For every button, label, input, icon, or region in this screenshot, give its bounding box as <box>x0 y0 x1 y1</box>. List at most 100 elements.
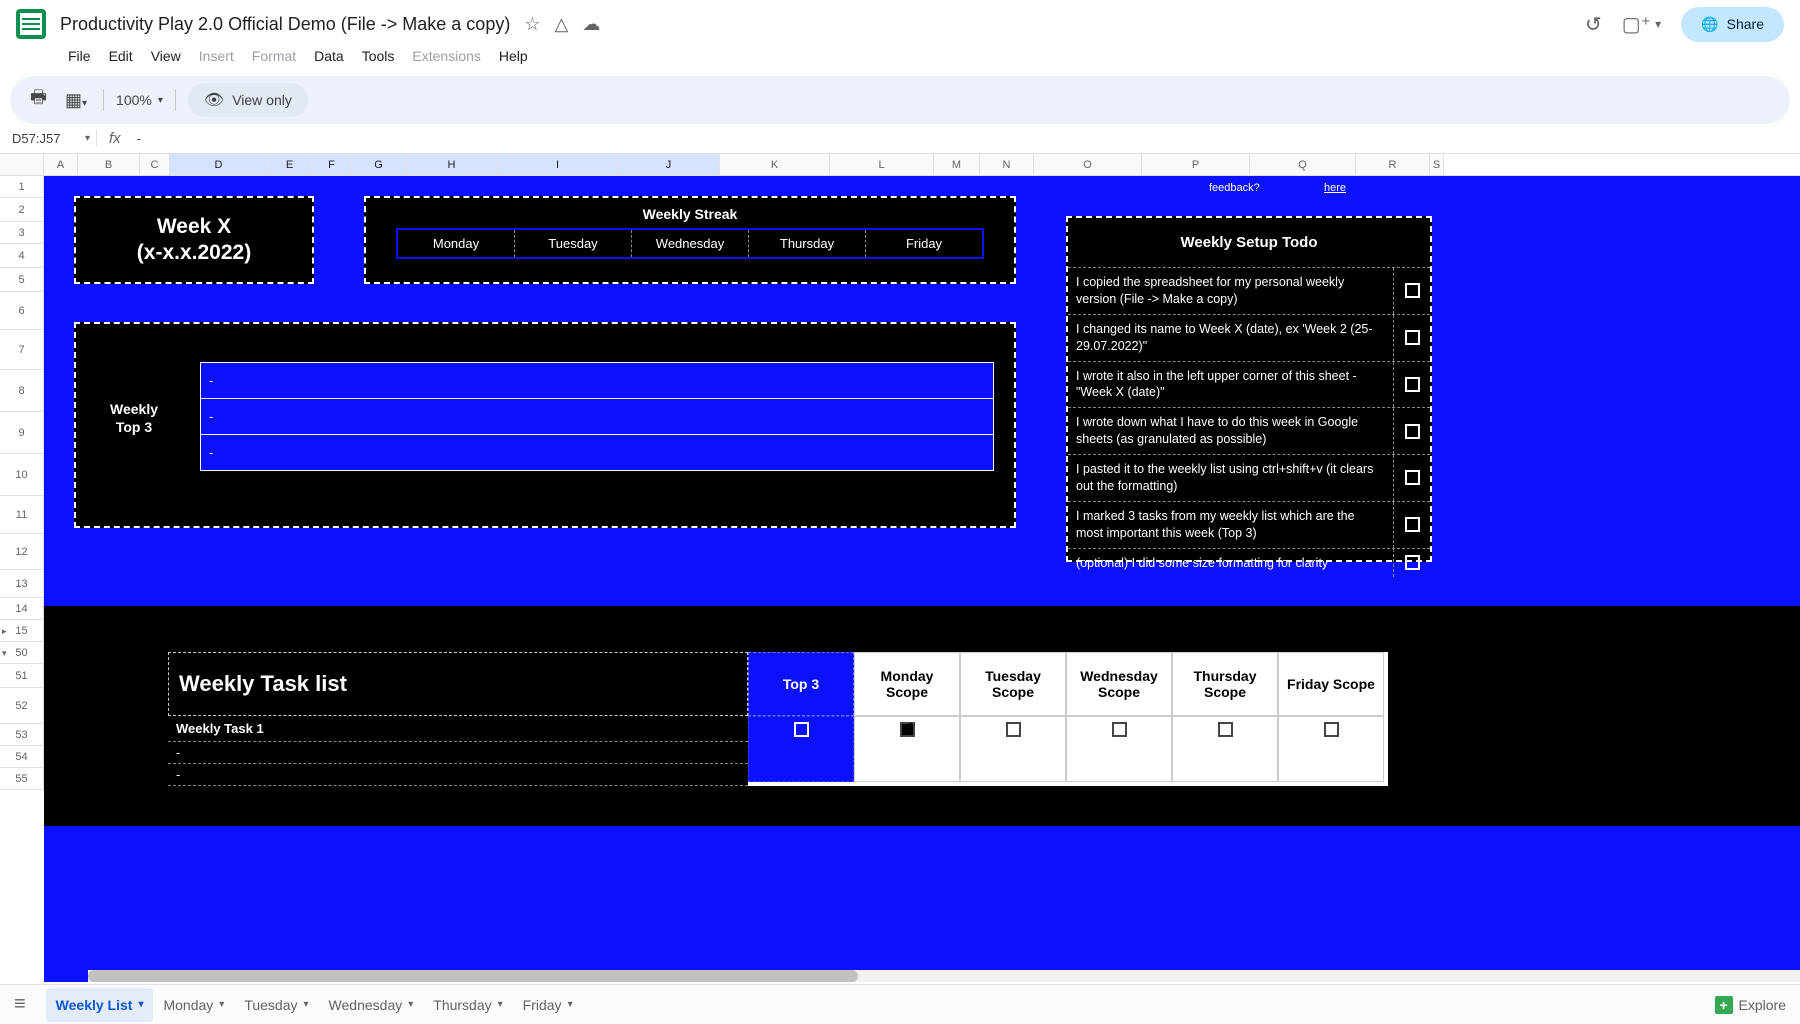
row-header-14[interactable]: 14 <box>0 598 44 620</box>
scope-checkbox-cell[interactable] <box>1172 716 1278 782</box>
cloud-status-icon[interactable]: ☁ <box>582 14 600 35</box>
column-header-M[interactable]: M <box>934 154 980 175</box>
sheet-tab-label: Weekly List <box>56 997 133 1013</box>
setup-checkbox-cell[interactable] <box>1394 315 1430 361</box>
row-header-3[interactable]: 3 <box>0 222 44 244</box>
share-button[interactable]: 🌐 Share <box>1681 7 1784 42</box>
sheet-tab-monday[interactable]: Monday▾ <box>153 988 234 1022</box>
setup-text: I changed its name to Week X (date), ex … <box>1068 315 1394 361</box>
setup-checkbox-cell[interactable] <box>1394 502 1430 548</box>
row-header-10[interactable]: 10 <box>0 454 44 496</box>
column-header-Q[interactable]: Q <box>1250 154 1356 175</box>
horizontal-scrollbar[interactable] <box>88 970 1800 982</box>
sheet-tab-weekly-list[interactable]: Weekly List▾ <box>46 988 154 1022</box>
menu-view[interactable]: View <box>143 44 189 68</box>
menu-file[interactable]: File <box>60 44 99 68</box>
streak-day-wednesday: Wednesday <box>632 230 749 257</box>
name-box[interactable]: D57:J57 ▾ <box>6 131 96 146</box>
row-header-9[interactable]: 9 <box>0 412 44 454</box>
zoom-dropdown[interactable]: 100% ▾ <box>116 92 163 108</box>
setup-checkbox-cell[interactable] <box>1394 268 1430 314</box>
row-header-52[interactable]: 52 <box>0 688 44 724</box>
scope-checkbox-cell[interactable] <box>1278 716 1384 782</box>
setup-checkbox-cell[interactable] <box>1394 455 1430 501</box>
row-header-1[interactable]: 1 <box>0 176 44 198</box>
scope-checkbox-cell[interactable] <box>960 716 1066 782</box>
row-header-50[interactable]: 50 <box>0 642 44 664</box>
row-header-51[interactable]: 51 <box>0 664 44 688</box>
sheet-tab-wednesday[interactable]: Wednesday▾ <box>319 988 424 1022</box>
scope-checkbox-cell[interactable] <box>1066 716 1172 782</box>
here-link[interactable]: here <box>1324 182 1346 194</box>
column-header-D[interactable]: D <box>170 154 268 175</box>
explore-button[interactable]: + Explore <box>1715 996 1786 1014</box>
top3-column-header: Top 3 <box>748 652 854 716</box>
history-icon[interactable]: ↺ <box>1585 12 1602 37</box>
row-header-12[interactable]: 12 <box>0 534 44 570</box>
column-header-E[interactable]: E <box>268 154 312 175</box>
spreadsheet-cells[interactable]: feedback? here Week X (x-x.x.2022) Weekl… <box>44 176 1800 982</box>
column-header-H[interactable]: H <box>406 154 498 175</box>
sheet-tab-tuesday[interactable]: Tuesday▾ <box>234 988 318 1022</box>
setup-text: I wrote it also in the left upper corner… <box>1068 362 1394 408</box>
star-icon[interactable]: ☆ <box>524 14 540 35</box>
view-only-badge[interactable]: 👁 View only <box>188 83 308 117</box>
fx-label: fx <box>96 130 133 147</box>
move-icon[interactable]: △ <box>554 14 568 35</box>
column-header-P[interactable]: P <box>1142 154 1250 175</box>
column-header-L[interactable]: L <box>830 154 934 175</box>
top3-item-3[interactable]: - <box>201 435 993 470</box>
column-header-N[interactable]: N <box>980 154 1034 175</box>
checkbox-icon <box>1405 517 1420 532</box>
sheet-tab-friday[interactable]: Friday▾ <box>513 988 583 1022</box>
menu-help[interactable]: Help <box>491 44 536 68</box>
column-header-K[interactable]: K <box>720 154 830 175</box>
row-header-54[interactable]: 54 <box>0 746 44 768</box>
setup-checkbox-cell[interactable] <box>1394 549 1430 578</box>
sheet-tab-label: Wednesday <box>329 997 403 1013</box>
menu-tools[interactable]: Tools <box>354 44 403 68</box>
chevron-down-icon: ▾ <box>568 999 573 1010</box>
row-header-4[interactable]: 4 <box>0 244 44 268</box>
all-sheets-menu-icon[interactable]: ≡ <box>14 993 26 1016</box>
top3-checkbox-cell[interactable] <box>748 716 854 782</box>
row-header-6[interactable]: 6 <box>0 292 44 330</box>
row-header-13[interactable]: 13 <box>0 570 44 598</box>
column-header-S[interactable]: S <box>1430 154 1444 175</box>
row-header-55[interactable]: 55 <box>0 768 44 790</box>
column-header-A[interactable]: A <box>44 154 78 175</box>
row-header-8[interactable]: 8 <box>0 370 44 412</box>
sheets-logo[interactable] <box>16 9 46 39</box>
toolbar: 🖶 ▦▾ 100% ▾ 👁 View only <box>10 76 1790 124</box>
scope-checkbox-cell[interactable] <box>854 716 960 782</box>
column-header-C[interactable]: C <box>140 154 170 175</box>
meet-camera-icon[interactable]: ▢⁺ <box>1622 12 1651 37</box>
top3-item-1[interactable]: - <box>201 363 993 399</box>
meet-dropdown-icon[interactable]: ▾ <box>1655 17 1661 31</box>
row-header-11[interactable]: 11 <box>0 496 44 534</box>
setup-checkbox-cell[interactable] <box>1394 408 1430 454</box>
column-header-B[interactable]: B <box>78 154 140 175</box>
column-header-G[interactable]: G <box>352 154 406 175</box>
document-title[interactable]: Productivity Play 2.0 Official Demo (Fil… <box>60 14 510 35</box>
column-header-O[interactable]: O <box>1034 154 1142 175</box>
select-all-corner[interactable] <box>0 154 44 175</box>
filter-views-icon[interactable]: ▦▾ <box>61 86 91 115</box>
top3-item-2[interactable]: - <box>201 399 993 435</box>
menu-edit[interactable]: Edit <box>101 44 141 68</box>
row-header-7[interactable]: 7 <box>0 330 44 370</box>
column-header-F[interactable]: F <box>312 154 352 175</box>
scope-column-header: Monday Scope <box>854 652 960 716</box>
row-header-2[interactable]: 2 <box>0 198 44 222</box>
row-header-15[interactable]: 15 <box>0 620 44 642</box>
row-header-5[interactable]: 5 <box>0 268 44 292</box>
menu-data[interactable]: Data <box>306 44 352 68</box>
sheet-tab-thursday[interactable]: Thursday▾ <box>423 988 512 1022</box>
column-header-I[interactable]: I <box>498 154 618 175</box>
print-icon[interactable]: 🖶 <box>26 81 51 119</box>
setup-checkbox-cell[interactable] <box>1394 362 1430 408</box>
formula-bar[interactable]: - <box>133 131 141 146</box>
row-header-53[interactable]: 53 <box>0 724 44 746</box>
column-header-J[interactable]: J <box>618 154 720 175</box>
column-header-R[interactable]: R <box>1356 154 1430 175</box>
